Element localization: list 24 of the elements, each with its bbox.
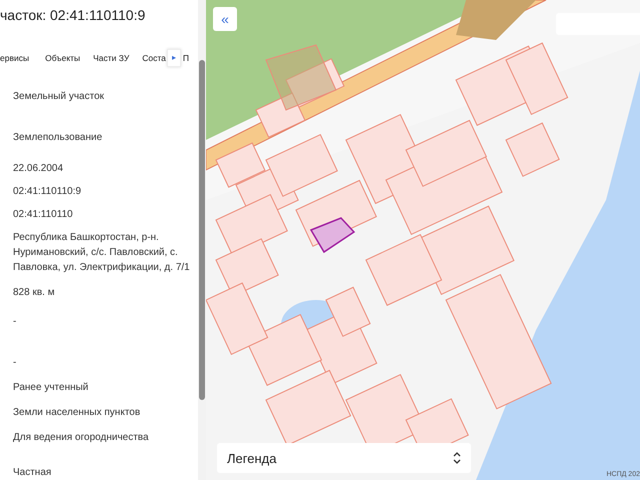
field-value: Республика Башкортостан, р-н. Нуримановский, с/с. Павловский, с. Павловка, ул. Электрификации, д. 7/1 xyxy=(12,231,191,275)
legend-dropdown[interactable]: Легенда xyxy=(217,443,471,473)
tab-scroll-button[interactable]: ▸ xyxy=(166,48,181,67)
tab[interactable]: Соста xyxy=(142,52,167,63)
collapse-button[interactable]: « xyxy=(213,7,237,31)
scrollbar[interactable] xyxy=(198,0,206,480)
field-value: - xyxy=(12,315,18,329)
field-value: Землепользование xyxy=(12,131,104,145)
field-value: 22.06.2004 xyxy=(12,162,64,176)
field-value: Для ведения огородничества xyxy=(12,431,150,445)
tab[interactable]: Части ЗУ xyxy=(93,52,142,63)
field-value: 02:41:110110 xyxy=(12,208,74,222)
parcel-title: часток: 02:41:110110:9 xyxy=(0,6,146,25)
field-value: Земли населенных пунктов xyxy=(12,406,142,420)
field-value: Ранее учтенный xyxy=(12,381,90,395)
field-value: 02:41:110110:9 xyxy=(12,185,82,199)
field-value: - xyxy=(12,356,18,370)
updown-icon xyxy=(453,451,461,465)
tab[interactable]: П xyxy=(182,52,189,63)
tab[interactable]: Объекты xyxy=(45,52,94,63)
tab[interactable]: ервисы xyxy=(0,52,46,63)
field-value: Частная xyxy=(12,466,52,480)
field-value: Земельный участок xyxy=(12,90,106,104)
field-value: 828 кв. м xyxy=(12,286,56,300)
